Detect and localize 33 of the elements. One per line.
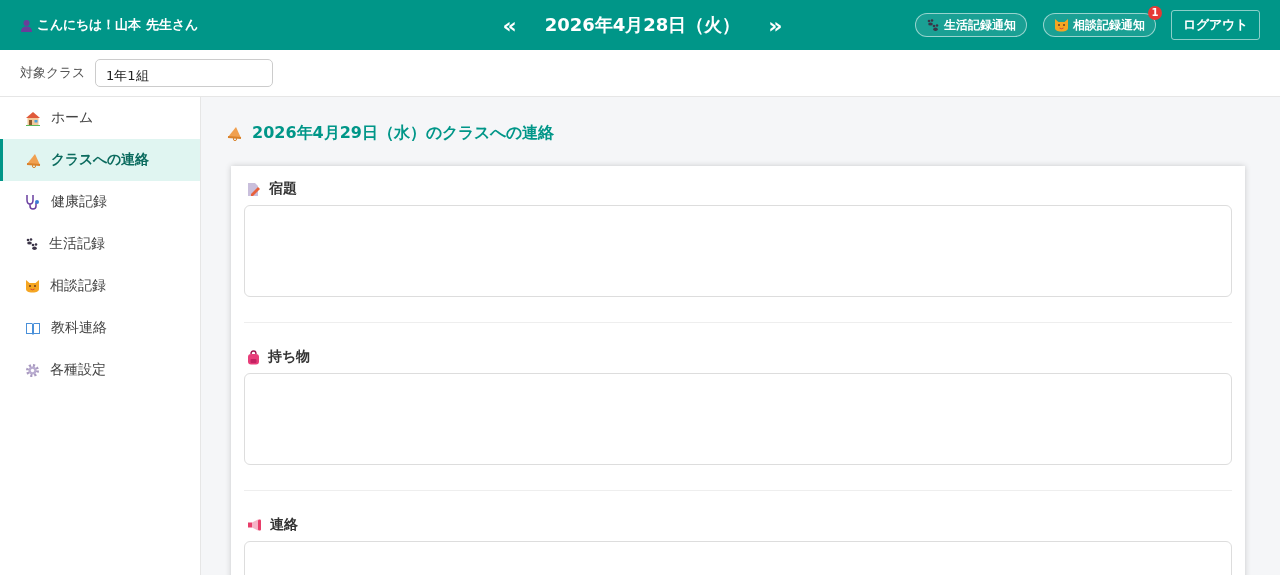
sidebar-item[interactable]: 健康記録 [0, 181, 200, 223]
field-label: 連絡 [270, 516, 298, 534]
count-badge: 1 [1148, 6, 1162, 20]
paw-prints-icon [25, 237, 39, 251]
sidebar-item[interactable]: 各種設定 [0, 349, 200, 391]
sidebar-item[interactable]: ホーム [0, 97, 200, 139]
text-area[interactable] [244, 205, 1232, 297]
person-icon [20, 18, 33, 32]
logout-button[interactable]: ログアウト [1171, 10, 1260, 40]
open-book-icon [25, 321, 41, 335]
page-title: 2026年4月29日（水）のクラスへの連絡 [252, 123, 554, 144]
class-label: 対象クラス [20, 64, 85, 82]
stethoscope-icon [25, 194, 41, 210]
cat-face-icon [25, 279, 40, 293]
sidebar-item[interactable]: クラスへの連絡 [0, 139, 200, 181]
class-select[interactable]: 1年1組 [95, 59, 273, 87]
gear-icon [25, 362, 40, 378]
backpack-icon [247, 349, 260, 365]
next-day-link[interactable]: » [768, 12, 783, 38]
current-date: 2026年4月28日（火） [544, 13, 741, 37]
greeting-text: こんにちは！山本 先生さん [37, 16, 198, 34]
loudspeaker-icon [247, 519, 262, 531]
paw-prints-icon [926, 18, 940, 32]
field-label: 持ち物 [268, 348, 310, 366]
text-area[interactable] [244, 373, 1232, 465]
cat-face-icon [1054, 18, 1069, 32]
document-pencil-icon [247, 181, 261, 197]
sidebar-item[interactable]: 教科連絡 [0, 307, 200, 349]
previous-day-link[interactable]: « [502, 12, 517, 38]
house-icon [25, 110, 41, 126]
sidebar-item[interactable]: 相談記録 [0, 265, 200, 307]
field-label: 宿題 [269, 180, 297, 198]
sidebar-item[interactable]: 生活記録 [0, 223, 200, 265]
